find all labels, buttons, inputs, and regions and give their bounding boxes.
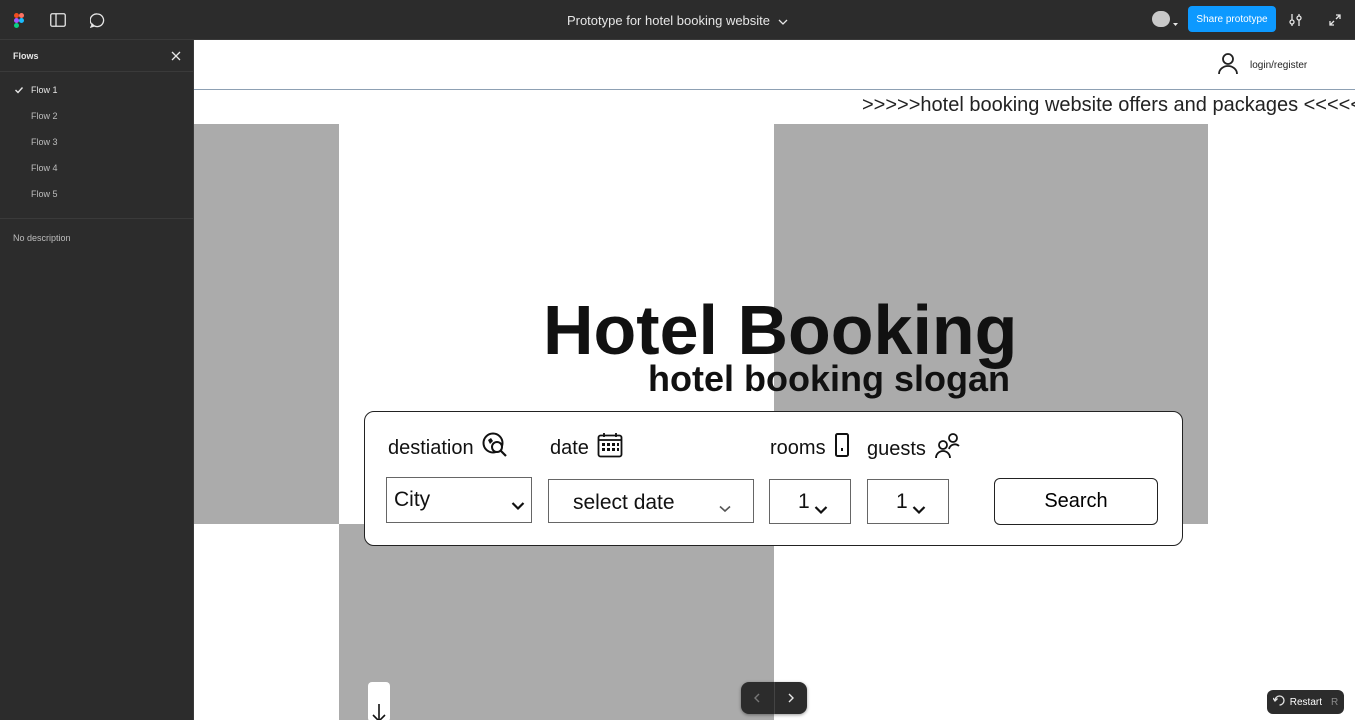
hotel-slogan: hotel booking slogan	[648, 358, 1010, 399]
offers-marquee: >>>>>hotel booking website offers and pa…	[862, 94, 1355, 116]
next-frame-button[interactable]	[775, 682, 808, 714]
restart-shortcut: R	[1331, 696, 1339, 708]
site-header: login/register	[194, 40, 1355, 90]
rooms-label: rooms	[770, 436, 826, 459]
flow-item-2[interactable]: Flow 2	[0, 103, 193, 129]
booking-search-panel: destiation date rooms guests City select…	[364, 411, 1183, 546]
guests-icon	[934, 432, 960, 466]
flow-label: Flow 1	[31, 85, 58, 95]
user-icon	[1218, 52, 1238, 78]
restart-icon	[1272, 695, 1285, 709]
expand-icon[interactable]	[1323, 8, 1347, 32]
search-button[interactable]: Search	[994, 478, 1158, 525]
flow-label: Flow 5	[31, 189, 58, 199]
avatar-chevron-down-icon[interactable]	[1172, 14, 1179, 32]
prototype-canvas: login/register >>>>>hotel booking websit…	[194, 40, 1355, 720]
city-select[interactable]: City	[386, 477, 532, 523]
guests-select[interactable]: 1	[867, 479, 949, 524]
prototype-title[interactable]: Prototype for hotel booking website	[567, 13, 770, 28]
guests-value: 1	[896, 489, 908, 513]
flow-item-1[interactable]: Flow 1	[0, 77, 193, 103]
share-prototype-button[interactable]: Share prototype	[1188, 6, 1276, 32]
calendar-icon	[597, 432, 623, 464]
rooms-value: 1	[798, 489, 810, 513]
chevron-down-icon	[719, 495, 731, 519]
sidebar-toggle-icon[interactable]	[46, 8, 70, 32]
previous-frame-button[interactable]	[741, 682, 775, 714]
comment-icon[interactable]	[85, 8, 109, 32]
flow-label: Flow 4	[31, 163, 58, 173]
hero-column-gray	[339, 524, 774, 720]
close-icon[interactable]	[169, 49, 183, 63]
flow-item-3[interactable]: Flow 3	[0, 129, 193, 155]
login-register-label: login/register	[1250, 59, 1308, 71]
top-bar: Prototype for hotel booking website Shar…	[0, 0, 1355, 40]
flow-label: Flow 2	[31, 111, 58, 121]
flows-heading: Flows	[13, 50, 39, 61]
city-value: City	[394, 488, 431, 511]
avatar[interactable]	[1152, 11, 1170, 27]
figma-logo-icon[interactable]	[7, 8, 31, 32]
restart-button[interactable]: Restart R	[1267, 690, 1344, 714]
flow-label: Flow 3	[31, 137, 58, 147]
rooms-select[interactable]: 1	[769, 479, 851, 524]
guests-label: guests	[867, 437, 926, 460]
check-icon	[14, 85, 24, 95]
destination-label: destiation	[388, 436, 474, 459]
chevron-down-icon	[814, 497, 828, 521]
flow-list: Flow 1 Flow 2 Flow 3 Flow 4 Flow 5	[0, 72, 193, 219]
chevron-down-icon	[912, 497, 926, 521]
title-chevron-down-icon[interactable]	[778, 13, 788, 28]
frame-navigation	[741, 682, 807, 714]
settings-sliders-icon[interactable]	[1284, 8, 1308, 32]
restart-label: Restart	[1289, 696, 1322, 708]
location-search-icon	[482, 432, 508, 464]
login-register-link[interactable]: login/register	[1218, 50, 1307, 80]
flow-description: No description	[13, 233, 71, 243]
date-value: select date	[573, 491, 675, 514]
date-label: date	[550, 436, 589, 459]
chevron-down-icon	[511, 493, 525, 517]
flows-sidebar: Flows Flow 1 Flow 2 Flow 3 Flow 4 Flow 5…	[0, 40, 194, 720]
door-icon	[834, 432, 850, 464]
date-select[interactable]: select date	[548, 479, 754, 523]
flow-item-5[interactable]: Flow 5	[0, 181, 193, 207]
flow-item-4[interactable]: Flow 4	[0, 155, 193, 181]
scroll-down-indicator	[368, 682, 390, 720]
